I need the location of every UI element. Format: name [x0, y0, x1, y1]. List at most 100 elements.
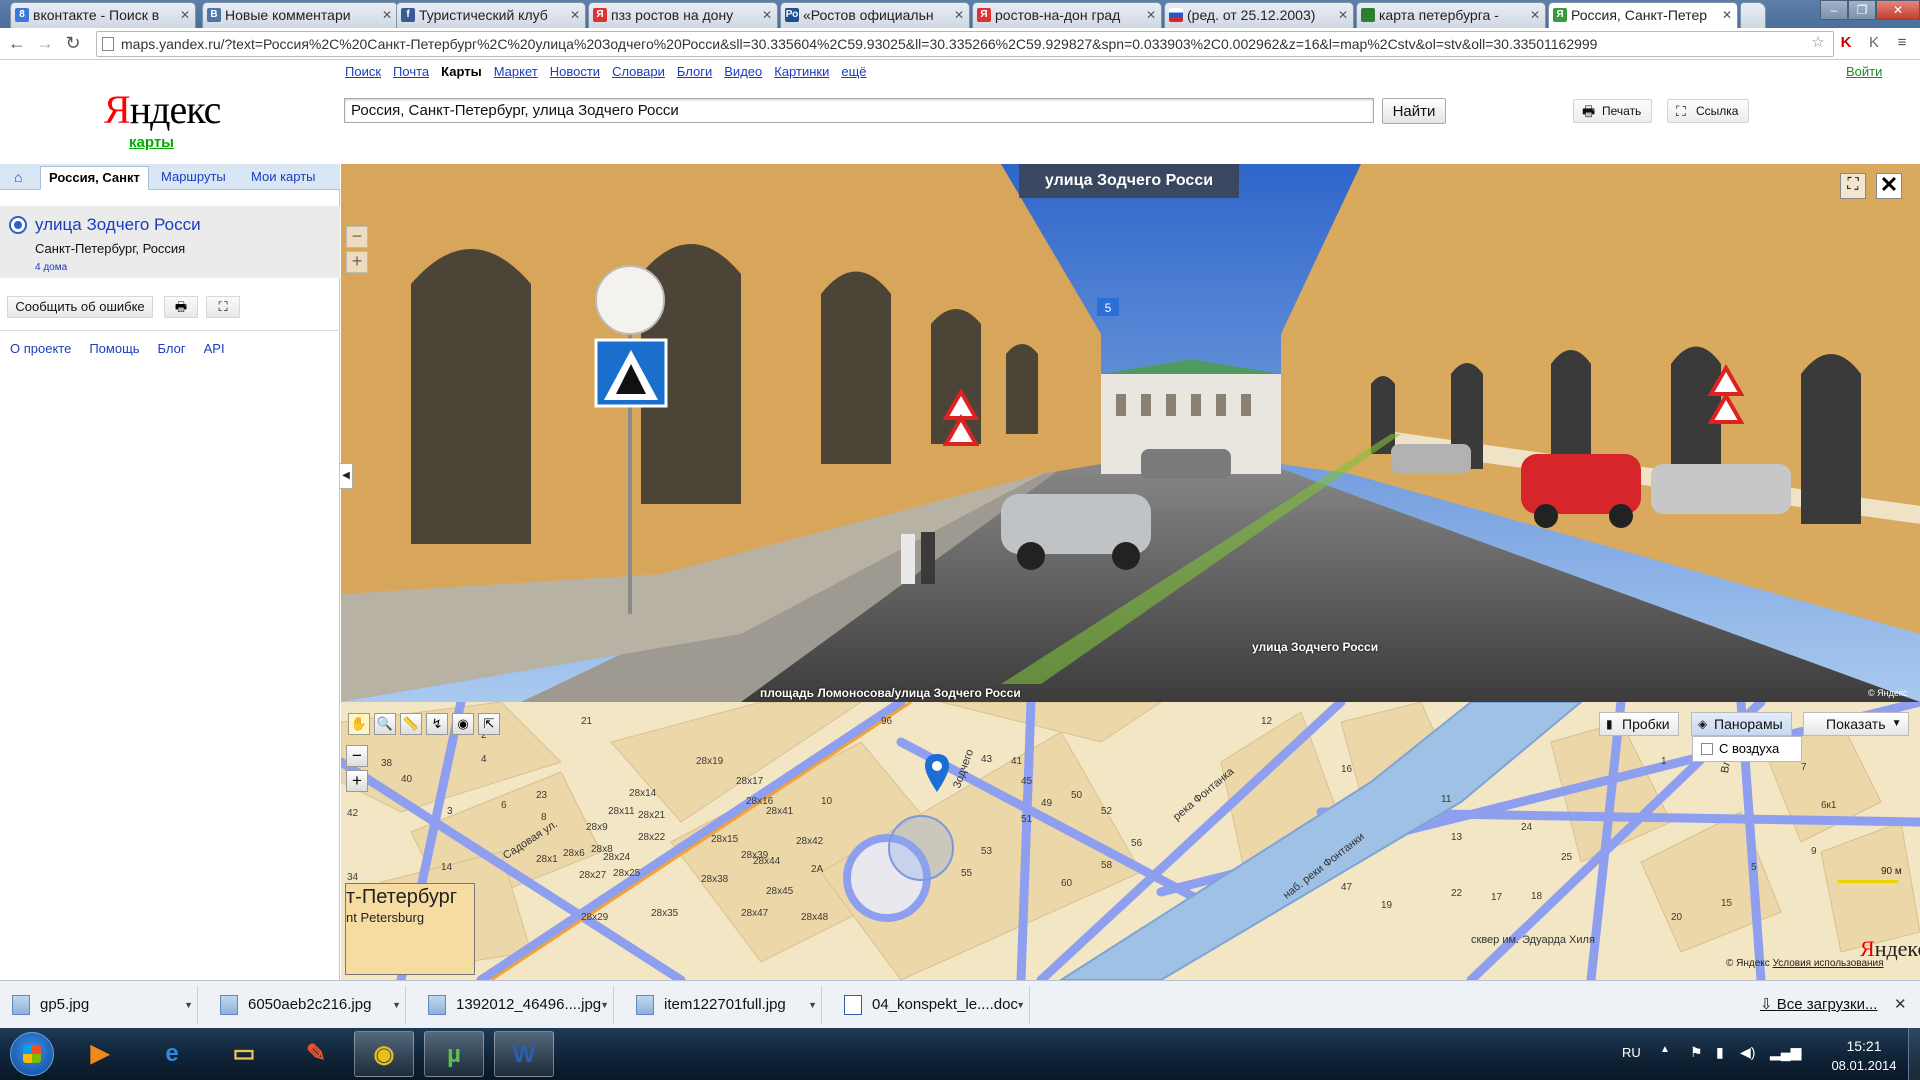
panoramas-button[interactable]: ◈ Панорамы	[1691, 712, 1792, 736]
aerial-checkbox[interactable]	[1701, 743, 1713, 755]
service-link[interactable]: ещё	[841, 64, 866, 79]
tab-close-icon[interactable]: ✕	[1338, 3, 1348, 27]
tab-close-icon[interactable]: ✕	[1530, 3, 1540, 27]
show-desktop-button[interactable]	[1908, 1028, 1920, 1080]
volume-icon[interactable]: ◀)	[1740, 1044, 1755, 1061]
chevron-down-icon[interactable]: ▼	[1016, 986, 1025, 1024]
chevron-down-icon[interactable]: ▼	[808, 986, 817, 1024]
browser-tab-active[interactable]: Я Россия, Санкт-Петер ✕	[1548, 2, 1738, 29]
tab-close-icon[interactable]: ✕	[180, 3, 190, 27]
service-link[interactable]: Новости	[550, 64, 600, 79]
media-player-icon[interactable]: ▶	[70, 1031, 130, 1077]
print-button[interactable]: 🖶 Печать	[1573, 99, 1653, 123]
tab-close-icon[interactable]: ✕	[570, 3, 580, 27]
tab-close-icon[interactable]: ✕	[382, 3, 392, 27]
tab-close-icon[interactable]: ✕	[762, 3, 772, 27]
service-link[interactable]: Блоги	[677, 64, 712, 79]
tray-expand-icon[interactable]: ▲	[1660, 1044, 1670, 1055]
search-button[interactable]: Найти	[1382, 98, 1446, 124]
ruler-tool-icon[interactable]: 📏	[400, 713, 422, 735]
utorrent-icon[interactable]: µ	[424, 1031, 484, 1077]
file-explorer-icon[interactable]: ▭	[214, 1031, 274, 1077]
word-icon[interactable]: W	[494, 1031, 554, 1077]
result-house-count[interactable]: 4 дома	[35, 262, 67, 273]
route-tool-icon[interactable]: ↯	[426, 713, 448, 735]
show-dropdown-button[interactable]: Показать ▼	[1803, 712, 1909, 736]
clock-time[interactable]: 15:21	[1836, 1038, 1892, 1054]
tab-routes[interactable]: Маршруты	[161, 169, 226, 184]
download-item[interactable]: item122701full.jpg ▼	[624, 986, 822, 1024]
battery-icon[interactable]: ▮	[1716, 1044, 1724, 1061]
input-language[interactable]: RU	[1622, 1045, 1641, 1060]
tab-my-maps[interactable]: Мои карты	[251, 169, 316, 184]
yandex-logo[interactable]: Яндекс	[104, 86, 221, 133]
browser-tab[interactable]: 8 вконтакте - Поиск в ✕	[10, 2, 196, 28]
service-link[interactable]: Маркет	[494, 64, 538, 79]
panorama-zoom-in-button[interactable]: +	[346, 251, 368, 273]
service-link[interactable]: Поиск	[345, 64, 381, 79]
browser-tab[interactable]: карта петербурга - ✕	[1356, 2, 1546, 28]
new-tab-button[interactable]	[1740, 2, 1766, 28]
chevron-down-icon[interactable]: ▼	[600, 986, 609, 1024]
browser-tab[interactable]: В Новые комментари ✕	[202, 2, 398, 28]
street-panorama[interactable]: 5	[341, 164, 1920, 702]
search-input[interactable]	[344, 98, 1374, 123]
network-icon[interactable]: ▂▄▆	[1770, 1044, 1801, 1061]
maps-logo-link[interactable]: карты	[129, 134, 174, 151]
browser-tab[interactable]: Ро «Ростов официальн ✕	[780, 2, 970, 28]
api-link[interactable]: API	[204, 341, 225, 356]
reload-icon[interactable]: ↻	[62, 32, 84, 54]
paint-icon[interactable]: ✎	[286, 1031, 346, 1077]
browser-tab[interactable]: Япзз ростов на дону ✕	[588, 2, 778, 28]
service-link[interactable]: Картинки	[774, 64, 829, 79]
service-link[interactable]: Почта	[393, 64, 429, 79]
result-title[interactable]: улица Зодчего Росси	[35, 215, 201, 235]
overview-minimap[interactable]: т-Петербург nt Petersburg	[345, 883, 475, 975]
search-result-item[interactable]: улица Зодчего Росси Санкт-Петербург, Рос…	[0, 206, 340, 278]
download-item[interactable]: 1392012_46496....jpg ▼	[416, 986, 614, 1024]
chrome-icon[interactable]: ◉	[354, 1031, 414, 1077]
zoom-tool-icon[interactable]: 🔍	[374, 713, 396, 735]
start-button[interactable]	[10, 1032, 54, 1076]
close-downloads-icon[interactable]: ✕	[1894, 995, 1907, 1013]
tab-close-icon[interactable]: ✕	[954, 3, 964, 27]
back-icon[interactable]: ←	[6, 32, 28, 54]
service-link[interactable]: Видео	[724, 64, 762, 79]
login-link[interactable]: Войти	[1846, 64, 1882, 79]
fullscreen-icon[interactable]: ⛶	[1840, 173, 1866, 199]
service-link[interactable]: Словари	[612, 64, 665, 79]
link-icon[interactable]: ⛶	[206, 296, 240, 318]
extension-icon[interactable]: K	[1864, 33, 1884, 53]
blog-link[interactable]: Блог	[158, 341, 186, 356]
tab-close-icon[interactable]: ✕	[1146, 3, 1156, 27]
tab-search-result[interactable]: Россия, Санкт	[40, 166, 149, 190]
panorama-zoom-out-button[interactable]: −	[346, 226, 368, 248]
map-view[interactable]: 21 28x19 28x17 28x14 28x1 6 28x11 28x21 28x9 28x2…	[341, 702, 1920, 980]
chevron-down-icon[interactable]: ▼	[184, 986, 193, 1024]
panorama-street-label[interactable]: улица Зодчего Росси	[1252, 640, 1378, 654]
aerial-option[interactable]: С воздуха	[1692, 736, 1802, 762]
report-error-button[interactable]: Сообщить об ошибке	[7, 296, 153, 318]
clock-date[interactable]: 08.01.2014	[1822, 1058, 1906, 1073]
all-downloads-link[interactable]: ⇩ Все загрузки...	[1760, 995, 1877, 1013]
print-icon[interactable]: 🖶	[164, 296, 198, 318]
maximize-icon[interactable]: ❐	[1848, 0, 1876, 20]
minimize-icon[interactable]: –	[1820, 0, 1848, 20]
browser-tab[interactable]: f Туристический клуб ✕	[396, 2, 586, 28]
close-window-icon[interactable]: ✕	[1876, 0, 1920, 20]
flag-icon[interactable]: ⚑	[1690, 1044, 1703, 1061]
download-item[interactable]: gp5.jpg ▼	[0, 986, 198, 1024]
help-link[interactable]: Помощь	[89, 341, 139, 356]
traffic-button[interactable]: ▮ Пробки	[1599, 712, 1679, 736]
download-item[interactable]: 6050aeb2c216.jpg ▼	[208, 986, 406, 1024]
collapse-panel-handle[interactable]: ◀	[340, 463, 353, 489]
tab-close-icon[interactable]: ✕	[1722, 3, 1732, 27]
forward-icon[interactable]: →	[34, 32, 56, 54]
terms-link[interactable]: Условия использования	[1773, 958, 1884, 969]
map-zoom-in-button[interactable]: +	[346, 770, 368, 792]
panorama-tool-icon[interactable]: ◉	[452, 713, 474, 735]
link-button[interactable]: ⛶ Ссылка	[1667, 99, 1750, 123]
extension-icon[interactable]: K	[1836, 33, 1856, 53]
browser-tab[interactable]: Яростов-на-дон град ✕	[972, 2, 1162, 28]
close-panorama-icon[interactable]: ✕	[1876, 173, 1902, 199]
